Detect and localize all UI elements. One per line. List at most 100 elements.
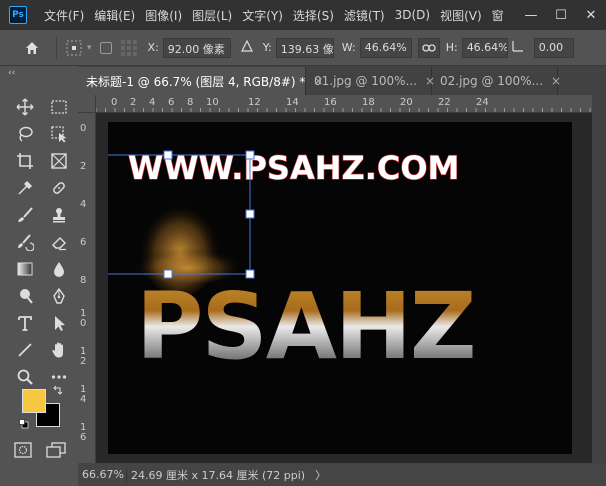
line-tool-icon[interactable]	[10, 339, 40, 360]
healing-brush-tool-icon[interactable]	[44, 177, 74, 198]
transform-handle[interactable]	[245, 209, 255, 219]
separator	[56, 36, 57, 59]
screen-mode-icon[interactable]	[46, 442, 66, 461]
y-position-field[interactable]: 139.63 像	[275, 37, 334, 58]
horizontal-ruler[interactable]: 0 2 4 6 8 10 12 14 16 18 20 22 24	[96, 95, 606, 113]
ruler-label: 8	[187, 97, 194, 108]
window-controls: — ☐ ✕	[510, 0, 606, 30]
ruler-label: 6	[80, 237, 87, 248]
ruler-label: 4	[80, 394, 87, 405]
ruler-label: 14	[286, 97, 299, 108]
tab-01-jpg[interactable]: 01.jpg @ 100%... ×	[306, 67, 435, 95]
scroll-area[interactable]	[592, 95, 606, 463]
status-menu-icon[interactable]: 〉	[315, 467, 326, 483]
transform-handle[interactable]	[245, 150, 255, 160]
crop-tool-icon[interactable]	[10, 150, 40, 171]
ruler-label: 0	[80, 123, 87, 134]
x-position-field[interactable]: 92.00 像素	[162, 37, 231, 58]
blur-tool-icon[interactable]	[44, 258, 74, 279]
tab-label: 未标题-1 @ 66.7% (图层 4, RGB/8#) *	[86, 74, 306, 89]
ruler-origin[interactable]	[78, 95, 96, 113]
zoom-level[interactable]: 66.67%	[78, 468, 124, 481]
tab-untitled-1[interactable]: 未标题-1 @ 66.7% (图层 4, RGB/8#) * ×	[78, 67, 323, 95]
menu-view[interactable]: 视图(V)	[435, 7, 487, 24]
stamp-tool-icon[interactable]	[44, 204, 74, 225]
ruler-label: 2	[80, 356, 87, 367]
lasso-tool-icon[interactable]	[10, 123, 40, 144]
link-icon[interactable]	[417, 37, 440, 58]
swap-colors-icon[interactable]	[52, 385, 63, 399]
document-canvas[interactable]: WWW.PSAHZ.COM PSAHZ	[108, 122, 572, 454]
chevron-down-icon[interactable]: ▾	[87, 43, 92, 53]
move-tool-icon[interactable]	[10, 96, 40, 117]
eyedropper-tool-icon[interactable]	[10, 177, 40, 198]
height-field[interactable]: 46.64%	[461, 37, 508, 58]
default-colors-icon[interactable]	[19, 418, 29, 429]
transform-handle[interactable]	[163, 150, 173, 160]
frame-tool-icon[interactable]	[44, 150, 74, 171]
gradient-tool-icon[interactable]	[10, 258, 40, 279]
marquee-tool-icon[interactable]	[44, 96, 74, 117]
pen-tool-icon[interactable]	[44, 285, 74, 306]
path-selection-tool-icon[interactable]	[44, 312, 74, 333]
home-icon[interactable]	[16, 36, 48, 60]
menu-window[interactable]: 窗	[487, 7, 509, 24]
options-bar: ▾ X: 92.00 像素 Y: 139.63 像 W: 46.64% H: 4…	[0, 30, 606, 66]
history-brush-tool-icon[interactable]	[10, 231, 40, 252]
eraser-tool-icon[interactable]	[44, 231, 74, 252]
menu-file[interactable]: 文件(F)	[39, 7, 89, 24]
hand-tool-icon[interactable]	[44, 339, 74, 360]
document-size: 24.69 厘米 x 17.64 厘米 (72 ppi)	[131, 468, 306, 482]
ruler-label: 20	[400, 97, 413, 108]
width-field[interactable]: 46.64%	[359, 37, 412, 58]
delta-icon[interactable]	[240, 39, 253, 55]
menu-image[interactable]: 图像(I)	[140, 7, 187, 24]
brush-tool-icon[interactable]	[10, 204, 40, 225]
menu-3d[interactable]: 3D(D)	[390, 8, 435, 22]
foreground-color-swatch[interactable]	[22, 389, 46, 413]
y-label: Y:	[262, 41, 272, 54]
h-label: H:	[445, 41, 458, 54]
reference-grid-icon	[120, 39, 138, 57]
maximize-button[interactable]: ☐	[546, 8, 576, 23]
reference-point-checkbox[interactable]	[99, 41, 112, 54]
ruler-label: 18	[362, 97, 375, 108]
ruler-label: 0	[111, 97, 118, 108]
quick-mask-icon[interactable]	[14, 442, 32, 461]
close-tab-icon[interactable]: ×	[551, 74, 561, 88]
menu-filter[interactable]: 滤镜(T)	[339, 7, 390, 24]
menu-type[interactable]: 文字(Y)	[237, 7, 288, 24]
ruler-label: 22	[438, 97, 451, 108]
transform-handle[interactable]	[245, 269, 255, 279]
menu-select[interactable]: 选择(S)	[288, 7, 339, 24]
ruler-label: 2	[80, 161, 87, 172]
vertical-ruler[interactable]: 0 2 4 6 8 1 0 1 2 1 4 1 6	[78, 113, 96, 463]
separator	[126, 467, 127, 482]
ruler-label: 10	[206, 97, 219, 108]
angle-field[interactable]: 0.00	[533, 37, 574, 58]
menu-edit[interactable]: 编辑(E)	[89, 7, 140, 24]
ruler-label: 2	[130, 97, 137, 108]
transform-handle[interactable]	[163, 269, 173, 279]
type-tool-icon[interactable]	[10, 312, 40, 333]
canvas-artwork: WWW.PSAHZ.COM PSAHZ	[108, 148, 477, 380]
more-tools-icon[interactable]	[44, 366, 74, 387]
close-button[interactable]: ✕	[576, 8, 606, 23]
ruler-label: 16	[324, 97, 337, 108]
ruler-label: 6	[80, 432, 87, 443]
photoshop-logo: Ps	[9, 6, 27, 24]
main-text: PSAHZ	[136, 273, 475, 380]
tab-label: 02.jpg @ 100%...	[440, 74, 544, 88]
object-selection-tool-icon[interactable]	[44, 123, 74, 144]
document-tabs: 未标题-1 @ 66.7% (图层 4, RGB/8#) * × 01.jpg …	[78, 66, 606, 95]
minimize-button[interactable]: —	[516, 8, 546, 23]
tools-panel: ‹‹	[0, 66, 78, 466]
tab-02-jpg[interactable]: 02.jpg @ 100%... ×	[432, 67, 561, 95]
tab-label: 01.jpg @ 100%...	[314, 74, 418, 88]
reference-point-icon[interactable]	[65, 39, 85, 57]
ruler-label: 4	[149, 97, 156, 108]
collapse-panel-icon[interactable]: ‹‹	[8, 68, 15, 78]
menu-layer[interactable]: 图层(L)	[187, 7, 237, 24]
zoom-tool-icon[interactable]	[10, 366, 40, 387]
dodge-tool-icon[interactable]	[10, 285, 40, 306]
